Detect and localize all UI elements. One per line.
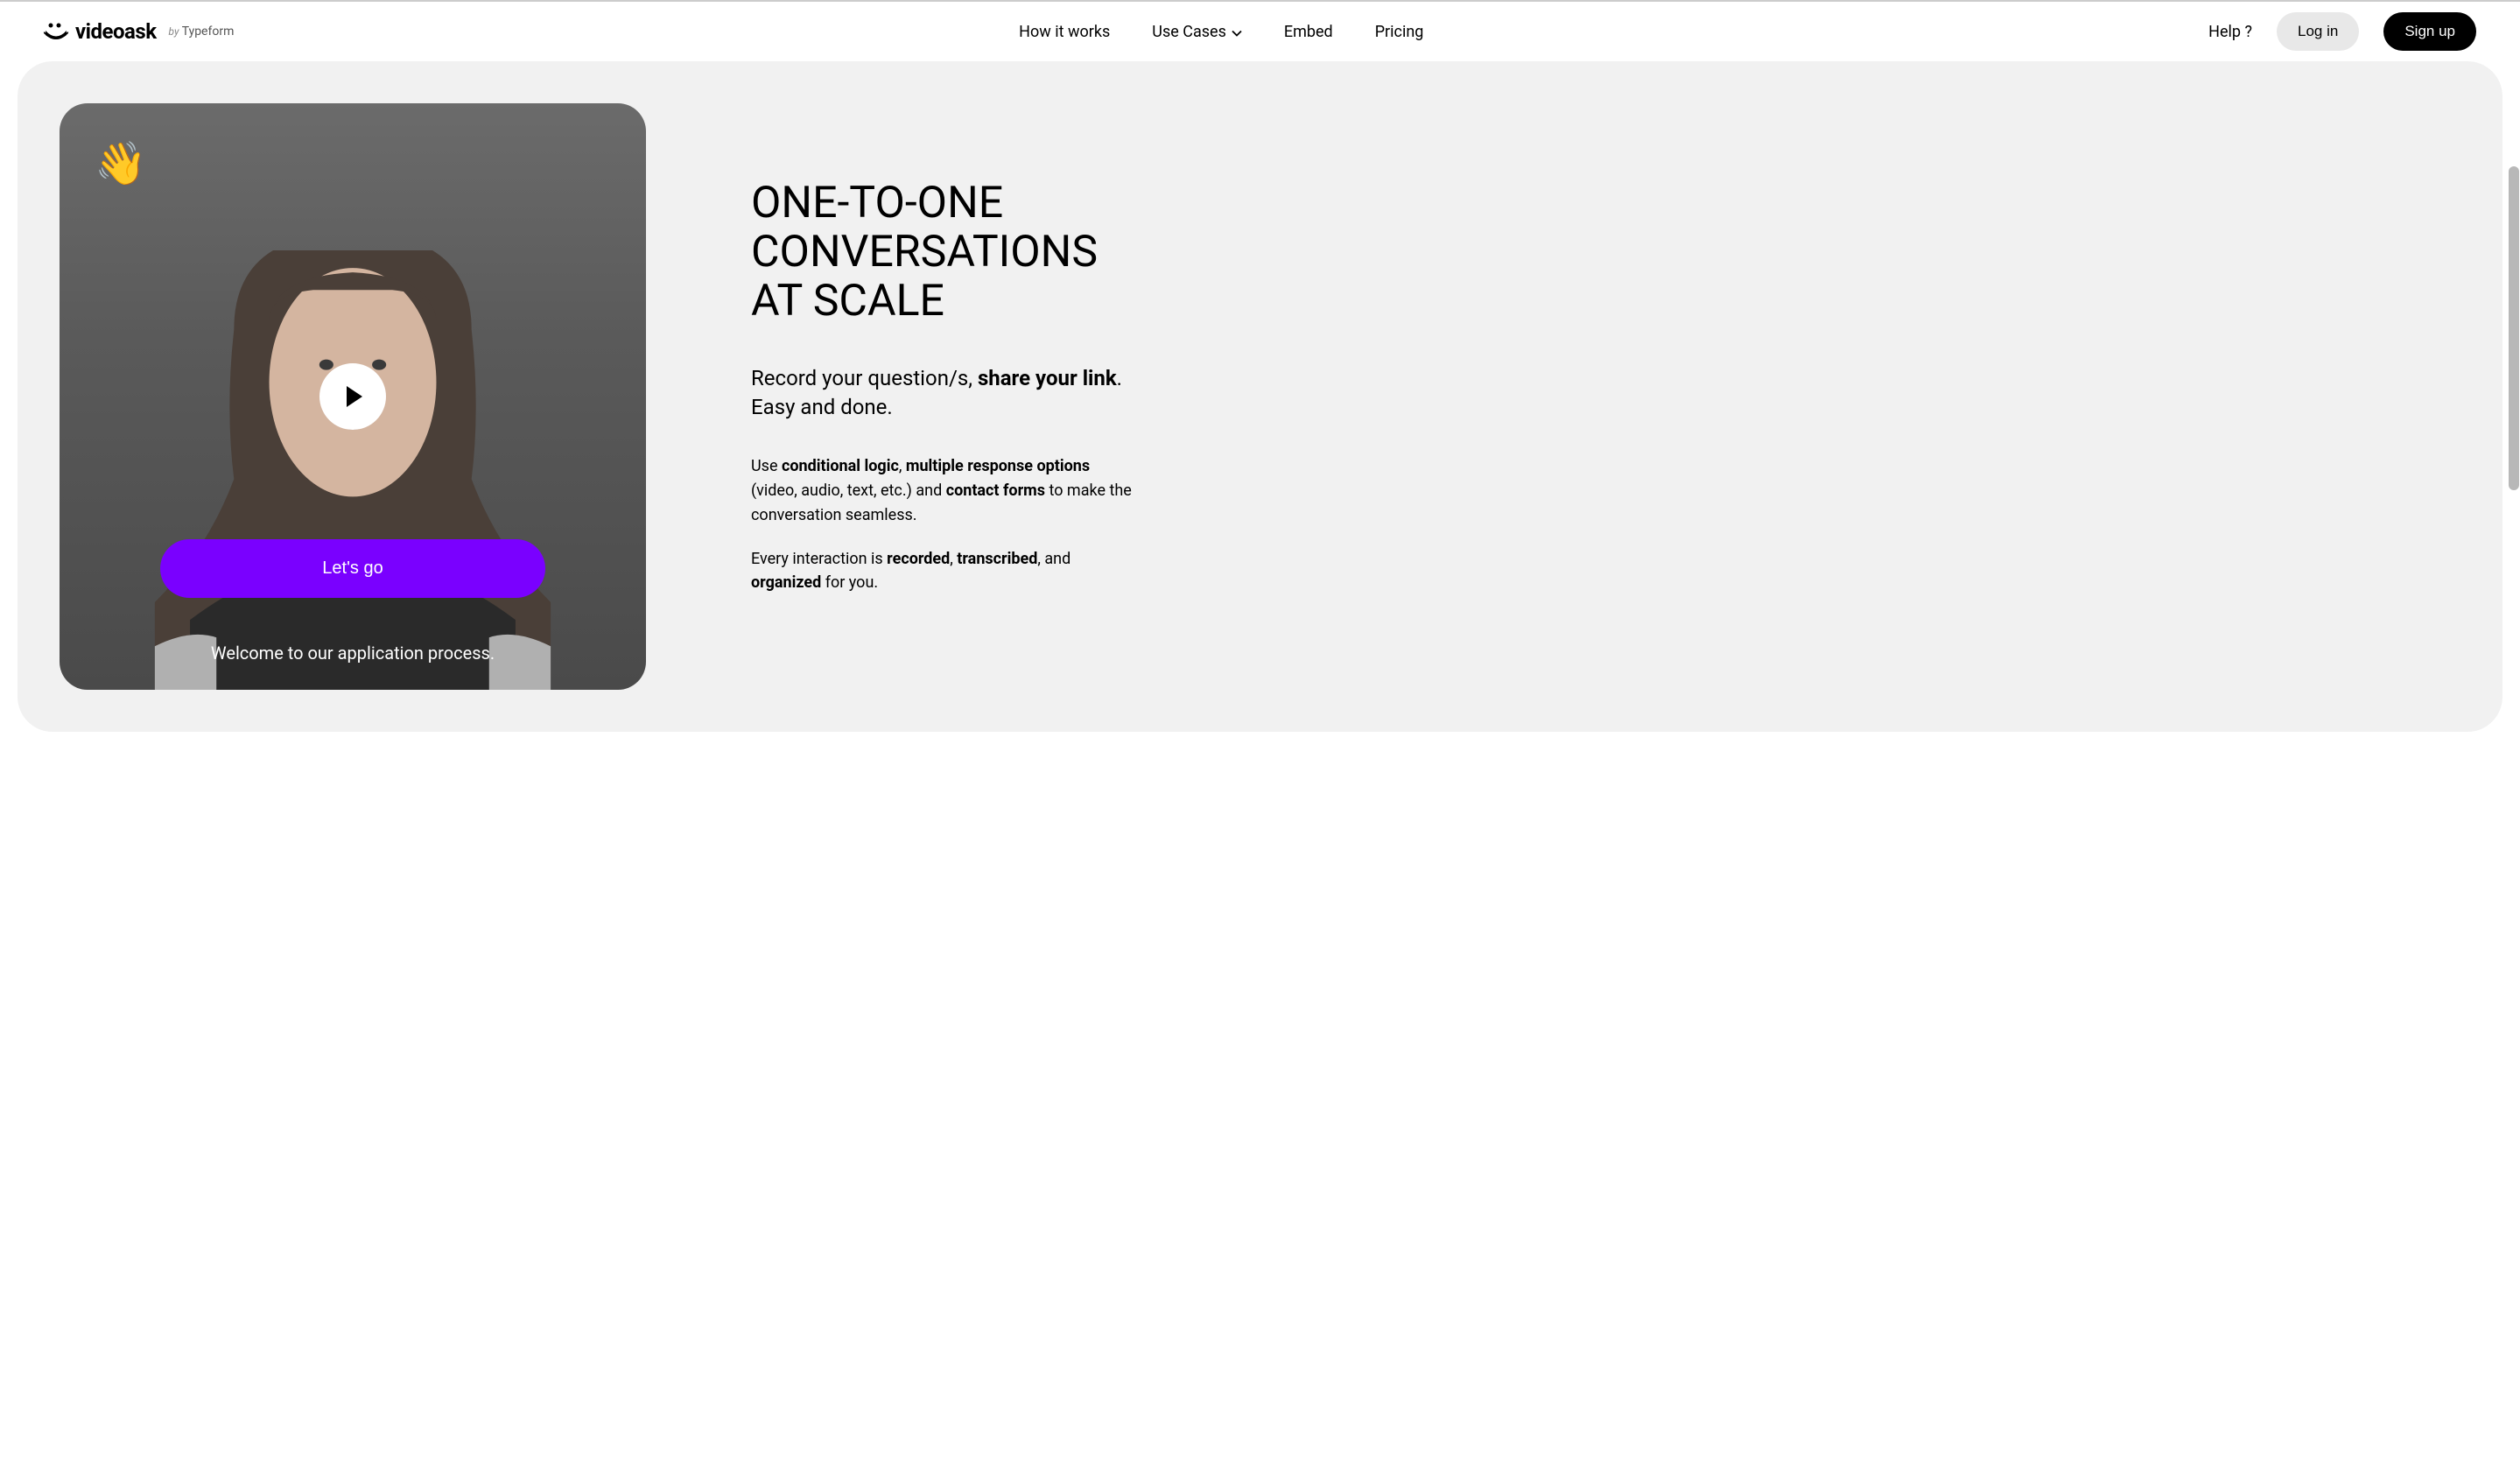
brand-logo[interactable]: videoask by Typeform — [44, 19, 234, 44]
play-button[interactable] — [319, 363, 386, 430]
wave-emoji-icon: 👋 — [95, 138, 147, 188]
hero-content: ONE-TO-ONE CONVERSATIONS AT SCALE Record… — [751, 179, 1136, 615]
video-caption: Welcome to our application process. — [60, 643, 646, 664]
video-card: 👋 Let's go Welcome to our application pr… — [60, 103, 646, 690]
brand-byline: by Typeform — [169, 25, 235, 39]
nav-embed[interactable]: Embed — [1284, 23, 1333, 41]
chevron-down-icon — [1232, 23, 1242, 41]
lets-go-button[interactable]: Let's go — [160, 539, 545, 598]
hero-body-2: Every interaction is recorded, transcrib… — [751, 547, 1136, 596]
nav-pricing[interactable]: Pricing — [1375, 23, 1424, 41]
brand-name: videoask — [75, 19, 157, 44]
main-nav: How it works Use Cases Embed Pricing — [1019, 23, 1423, 41]
videoask-logo-icon — [44, 23, 68, 40]
nav-use-cases[interactable]: Use Cases — [1152, 23, 1242, 41]
header-right: Help ? Log in Sign up — [2208, 12, 2476, 51]
hero-body-1: Use conditional logic, multiple response… — [751, 454, 1136, 528]
help-link[interactable]: Help ? — [2208, 23, 2252, 41]
nav-how-it-works[interactable]: How it works — [1019, 23, 1110, 41]
hero-section: 👋 Let's go Welcome to our application pr… — [18, 61, 2502, 732]
hero-subhead: Record your question/s, share your link.… — [751, 364, 1136, 423]
hero-headline: ONE-TO-ONE CONVERSATIONS AT SCALE — [751, 179, 1136, 326]
scrollbar[interactable] — [2508, 0, 2520, 1468]
person-illustration — [60, 250, 646, 691]
scrollbar-thumb[interactable] — [2509, 166, 2519, 490]
play-icon — [347, 386, 362, 407]
signup-button[interactable]: Sign up — [2383, 12, 2476, 51]
login-button[interactable]: Log in — [2277, 12, 2359, 51]
main-header: videoask by Typeform How it works Use Ca… — [0, 2, 2520, 61]
